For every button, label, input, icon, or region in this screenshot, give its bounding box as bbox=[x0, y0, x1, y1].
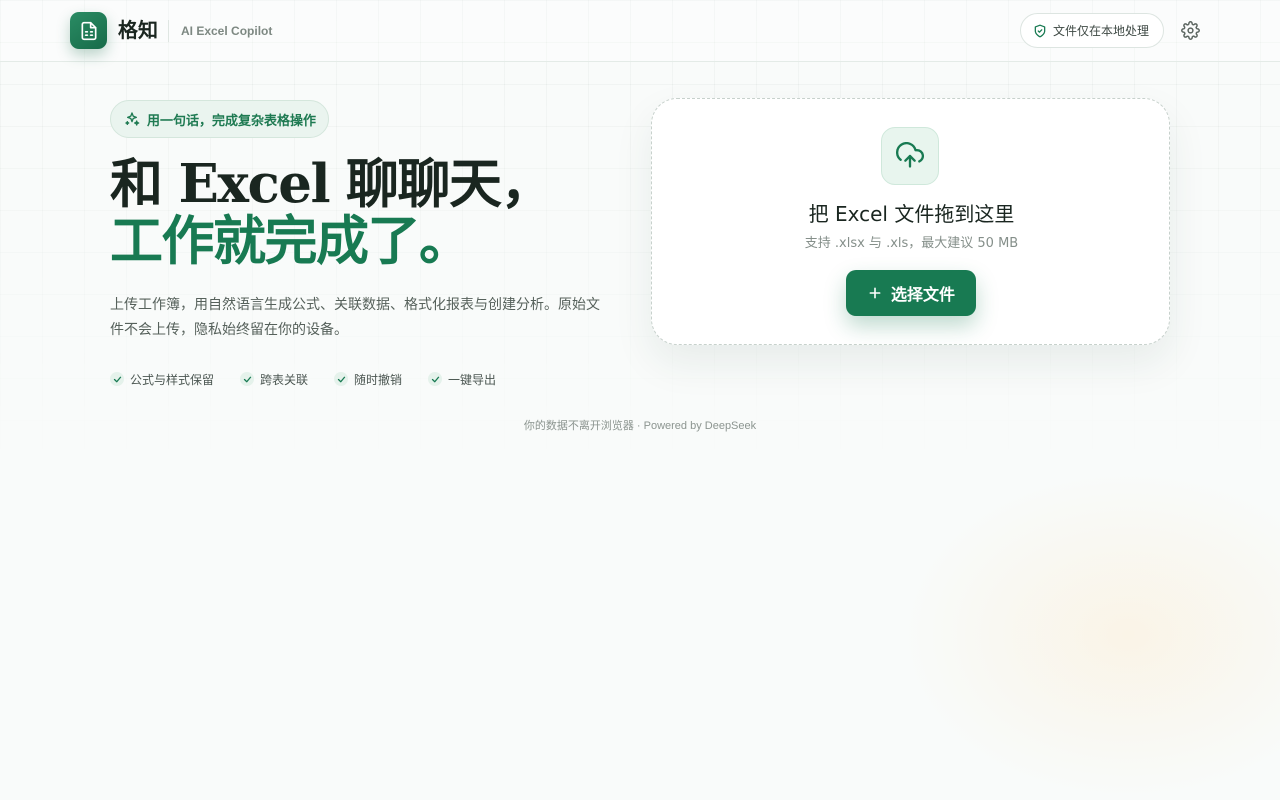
settings-button[interactable] bbox=[1178, 18, 1202, 42]
feature-item: 随时撤销 bbox=[334, 371, 402, 388]
background-glow bbox=[900, 470, 1280, 800]
top-header: 格知 AI Excel Copilot 文件仅在本地处理 bbox=[0, 0, 1280, 62]
brand-divider bbox=[168, 20, 169, 42]
feature-label: 公式与样式保留 bbox=[130, 372, 215, 387]
tagline-pill: 用一句话，完成复杂表格操作 bbox=[110, 100, 329, 138]
hero-headline: 和 Excel 聊聊天， 工作就完成了。 bbox=[110, 156, 630, 270]
cloud-upload-icon bbox=[896, 142, 924, 168]
feature-item: 跨表关联 bbox=[240, 371, 308, 388]
feature-item: 一键导出 bbox=[428, 371, 496, 388]
app-logo[interactable] bbox=[70, 12, 107, 49]
headline-line-2: 工作就完成了。 bbox=[110, 210, 472, 272]
brand-name: 格知 bbox=[118, 18, 158, 42]
upload-icon-container bbox=[881, 127, 939, 185]
choose-file-button[interactable]: 选择文件 bbox=[846, 270, 976, 316]
tagline-text: 用一句话，完成复杂表格操作 bbox=[147, 113, 317, 129]
feature-item: 公式与样式保留 bbox=[110, 371, 214, 388]
check-icon bbox=[240, 372, 255, 386]
local-badge-label: 文件仅在本地处理 bbox=[1053, 24, 1150, 38]
feature-label: 一键导出 bbox=[448, 372, 497, 387]
plus-icon bbox=[869, 287, 881, 299]
sparkles-icon bbox=[125, 112, 140, 126]
brand-subtitle: AI Excel Copilot bbox=[181, 24, 273, 38]
check-icon bbox=[334, 372, 349, 386]
check-icon bbox=[110, 372, 124, 386]
feature-label: 跨表关联 bbox=[260, 372, 309, 387]
local-processing-badge: 文件仅在本地处理 bbox=[1020, 13, 1164, 48]
choose-file-label: 选择文件 bbox=[890, 287, 955, 304]
check-icon bbox=[428, 372, 443, 386]
feature-label: 随时撤销 bbox=[354, 372, 403, 387]
feature-list: 公式与样式保留 跨表关联 随时撤销 一键导出 bbox=[110, 369, 496, 389]
upload-hint: 支持 .xlsx 与 .xls，最大建议 50 MB bbox=[804, 236, 1019, 251]
shield-check-icon bbox=[1034, 24, 1046, 37]
privacy-footer-note: 你的数据不离开浏览器 · Powered by DeepSeek bbox=[523, 420, 757, 432]
spreadsheet-icon bbox=[81, 21, 96, 40]
headline-line-1: 和 Excel 聊聊天， bbox=[110, 153, 554, 215]
upload-dropzone[interactable]: 把 Excel 文件拖到这里 支持 .xlsx 与 .xls，最大建议 50 M… bbox=[651, 98, 1170, 345]
upload-title: 把 Excel 文件拖到这里 bbox=[808, 202, 1015, 226]
gear-icon bbox=[1180, 20, 1200, 40]
hero-description: 上传工作簿，用自然语言生成公式、关联数据、格式化报表与创建分析。原始文件不会上传… bbox=[110, 297, 600, 338]
